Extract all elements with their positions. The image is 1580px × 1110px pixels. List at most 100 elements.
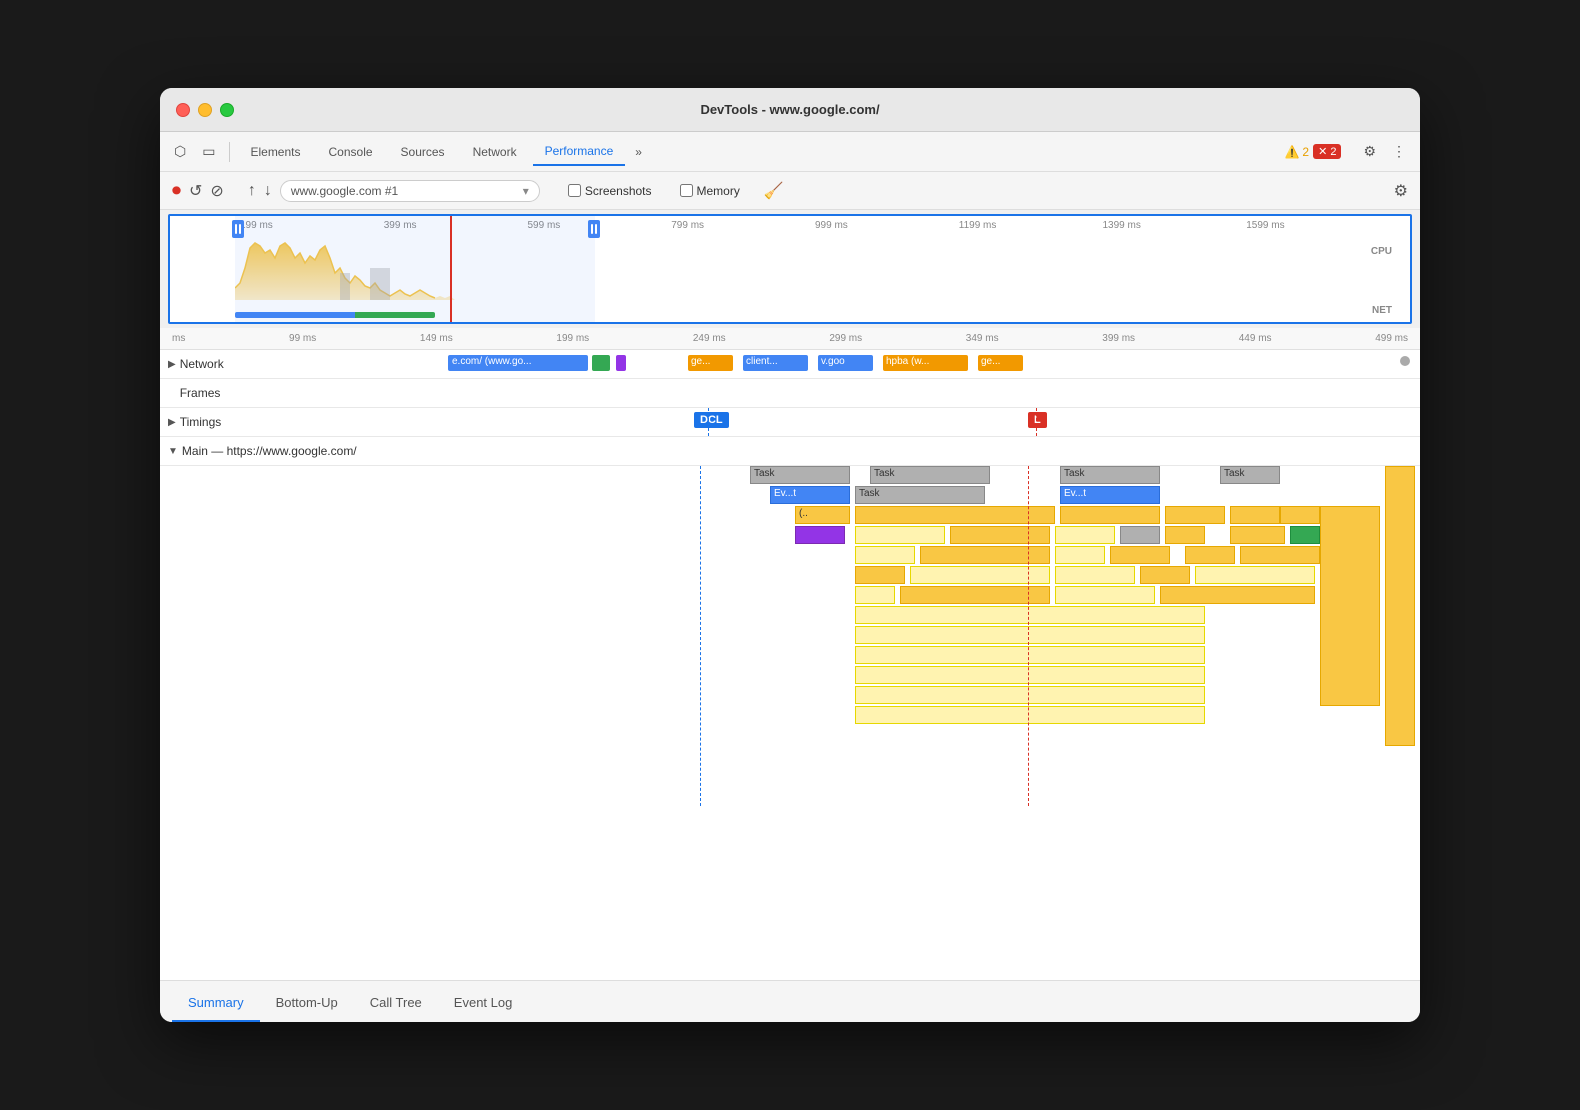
task-block-31[interactable] <box>1055 566 1135 584</box>
time-marker-399: 399 ms <box>384 220 528 231</box>
task-block-9[interactable] <box>1060 506 1160 524</box>
task-block-3[interactable]: Task <box>1220 466 1280 484</box>
ruler-marks-container: ms 99 ms 149 ms 199 ms 249 ms 299 ms 349… <box>172 333 1408 344</box>
task-block-21[interactable] <box>1290 526 1320 544</box>
task-flame-area: Task Task Task Task Ev...t Task Ev...t (.. <box>440 466 1420 806</box>
more-options-icon[interactable]: ⋮ <box>1386 139 1412 164</box>
task-block-41[interactable] <box>855 666 1205 684</box>
record-icon[interactable]: ⏺ <box>172 180 181 201</box>
memory-checkbox[interactable] <box>680 184 693 197</box>
task-block-10[interactable] <box>1165 506 1225 524</box>
task-block-44[interactable] <box>1320 506 1380 706</box>
net-item-8: ge... <box>978 355 1023 371</box>
download-icon[interactable]: ↓ <box>264 182 272 200</box>
task-block-7[interactable]: (.. <box>795 506 850 524</box>
task-block-11[interactable] <box>1230 506 1280 524</box>
url-dropdown-icon[interactable]: ▾ <box>523 184 529 198</box>
task-block-12[interactable] <box>1280 506 1320 524</box>
minimize-button[interactable] <box>198 103 212 117</box>
cursor-icon[interactable]: ⬡ <box>168 139 192 164</box>
task-block-2[interactable]: Task <box>1060 466 1160 484</box>
task-block-33[interactable] <box>1195 566 1315 584</box>
task-block-20[interactable] <box>1230 526 1285 544</box>
task-block-36[interactable] <box>1055 586 1155 604</box>
task-block-25[interactable] <box>1055 546 1105 564</box>
flame-detail-area[interactable]: ▶ Network e.com/ (www.go... ge... client… <box>160 350 1420 980</box>
task-block-17[interactable] <box>1055 526 1115 544</box>
l-dashed-line <box>1036 408 1037 436</box>
task-block-30[interactable] <box>910 566 1050 584</box>
frames-section: ▶ Frames <box>160 379 1420 408</box>
screenshots-checkbox[interactable] <box>568 184 581 197</box>
network-content: e.com/ (www.go... ge... client... v.goo … <box>448 350 1412 378</box>
task-block-39[interactable] <box>855 626 1205 644</box>
perf-settings-icon[interactable]: ⚙ <box>1394 181 1408 201</box>
clear-icon[interactable]: ⊘ <box>210 181 223 201</box>
broom-icon[interactable]: 🧹 <box>764 181 784 201</box>
task-block-0[interactable]: Task <box>750 466 850 484</box>
task-block-28[interactable] <box>1240 546 1320 564</box>
time-marker-1399: 1399 ms <box>1103 220 1247 231</box>
timings-collapse-icon[interactable]: ▶ <box>168 417 176 428</box>
net-label: NET <box>1372 305 1392 316</box>
task-block-5[interactable]: Task <box>855 486 985 504</box>
task-block-26[interactable] <box>1110 546 1170 564</box>
task-block-45[interactable] <box>1385 466 1415 746</box>
task-block-24[interactable] <box>920 546 1050 564</box>
network-collapse-icon[interactable]: ▶ <box>168 359 176 370</box>
main-panel: ⬡ ▭ Elements Console Sources Network Per… <box>160 132 1420 1022</box>
maximize-button[interactable] <box>220 103 234 117</box>
ruler-8: 449 ms <box>1239 333 1272 344</box>
task-block-43[interactable] <box>855 706 1205 724</box>
task-block-29[interactable] <box>855 566 905 584</box>
url-text: www.google.com #1 <box>291 184 398 198</box>
frames-row: ▶ Frames <box>160 379 1420 407</box>
right-pause-handle[interactable] <box>588 220 600 238</box>
task-block-23[interactable] <box>855 546 915 564</box>
screenshots-toggle[interactable]: Screenshots <box>568 184 652 198</box>
device-icon[interactable]: ▭ <box>196 139 221 164</box>
net-item-4: ge... <box>688 355 733 371</box>
timeline-overview[interactable]: 199 ms 399 ms 599 ms 799 ms 999 ms 1199 … <box>168 214 1412 324</box>
task-block-15[interactable] <box>795 526 845 544</box>
frames-label-area: ▶ Frames <box>168 386 448 400</box>
tab-network[interactable]: Network <box>461 139 529 165</box>
tab-performance[interactable]: Performance <box>533 138 626 166</box>
task-block-14[interactable] <box>855 526 945 544</box>
task-block-34[interactable] <box>855 586 895 604</box>
task-block-6[interactable]: Ev...t <box>1060 486 1160 504</box>
tab-elements[interactable]: Elements <box>238 139 312 165</box>
tab-summary[interactable]: Summary <box>172 987 260 1022</box>
task-block-42[interactable] <box>855 686 1205 704</box>
left-pause-handle[interactable] <box>232 220 244 238</box>
tab-bottom-up[interactable]: Bottom-Up <box>260 987 354 1022</box>
playhead-line <box>450 216 452 322</box>
task-block-8[interactable] <box>855 506 1055 524</box>
tab-call-tree[interactable]: Call Tree <box>354 987 438 1022</box>
task-block-19[interactable] <box>1165 526 1205 544</box>
task-block-37[interactable] <box>1160 586 1315 604</box>
settings-icon[interactable]: ⚙ <box>1357 139 1382 164</box>
close-button[interactable] <box>176 103 190 117</box>
task-block-18[interactable] <box>1120 526 1160 544</box>
scroll-indicator <box>1400 356 1410 366</box>
tab-event-log[interactable]: Event Log <box>438 987 529 1022</box>
timings-label: Timings <box>180 415 222 429</box>
main-collapse-icon[interactable]: ▼ <box>168 446 178 457</box>
task-block-4[interactable]: Ev...t <box>770 486 850 504</box>
task-block-40[interactable] <box>855 646 1205 664</box>
tab-sources[interactable]: Sources <box>389 139 457 165</box>
upload-icon[interactable]: ↑ <box>248 182 256 200</box>
ruler-5: 299 ms <box>829 333 862 344</box>
task-block-32[interactable] <box>1140 566 1190 584</box>
error-badge: ✕ 2 <box>1313 144 1341 159</box>
reload-icon[interactable]: ↺ <box>189 181 202 201</box>
tab-console[interactable]: Console <box>317 139 385 165</box>
task-block-1[interactable]: Task <box>870 466 990 484</box>
task-block-38[interactable] <box>855 606 1205 624</box>
task-block-27[interactable] <box>1185 546 1235 564</box>
network-label-area: ▶ Network <box>168 357 448 371</box>
task-block-16[interactable] <box>950 526 1050 544</box>
memory-toggle[interactable]: Memory <box>680 184 740 198</box>
more-tabs-icon[interactable]: » <box>629 141 648 163</box>
